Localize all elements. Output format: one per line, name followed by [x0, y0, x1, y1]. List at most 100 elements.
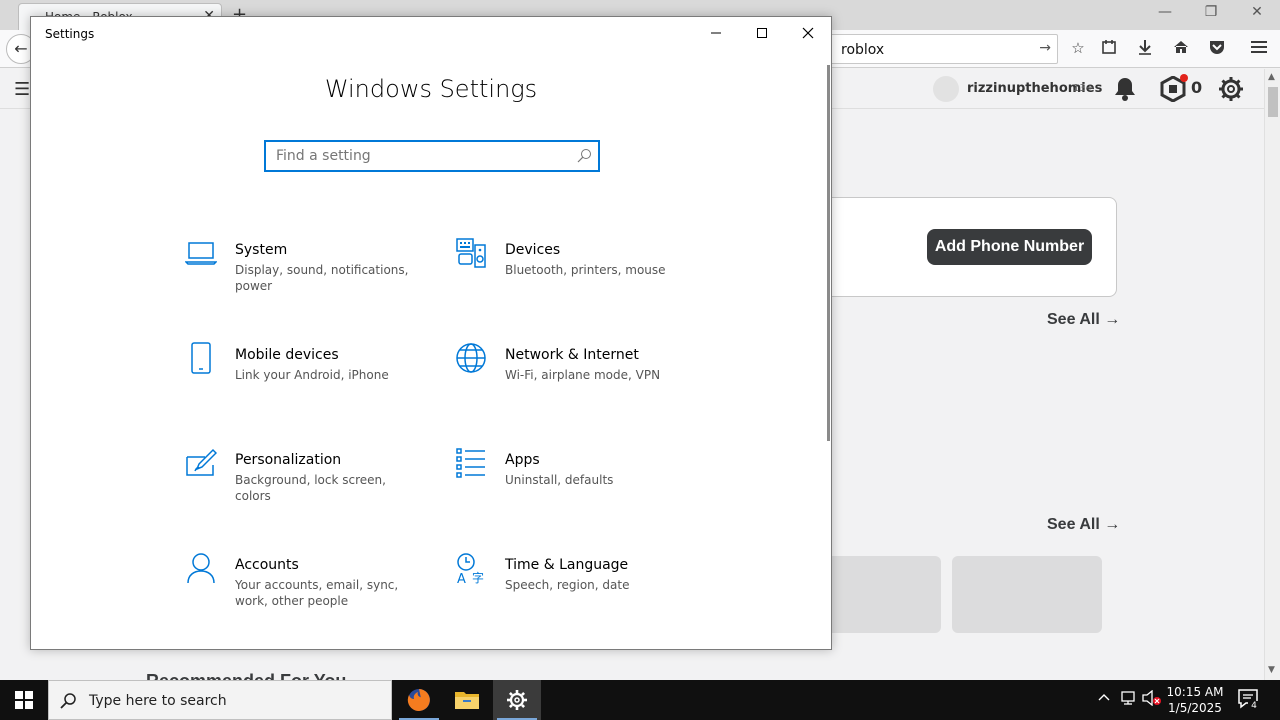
taskbar-settings[interactable]	[493, 680, 541, 720]
settings-item-accounts[interactable]: Accounts Your accounts, email, sync, wor…	[185, 552, 435, 622]
settings-item-desc: Display, sound, notifications, power	[235, 263, 409, 293]
settings-item-desc: Speech, region, date	[505, 578, 630, 592]
start-button[interactable]	[0, 680, 48, 720]
globe-icon	[456, 343, 486, 373]
scroll-down-icon[interactable]: ▼	[1268, 665, 1275, 675]
taskbar: Type here to search 10:15 AM 1/5/2025 4	[0, 680, 1280, 720]
arrow-right-icon: →	[1104, 311, 1121, 328]
apps-list-icon	[456, 448, 485, 478]
search-icon[interactable]	[576, 148, 592, 164]
settings-item-apps[interactable]: Apps Uninstall, defaults	[455, 447, 705, 517]
settings-item-system[interactable]: System Display, sound, notifications, po…	[185, 237, 435, 307]
time-language-icon: A字	[457, 553, 484, 584]
notification-count-badge: 4	[1248, 701, 1260, 711]
settings-item-name: Network & Internet	[505, 347, 639, 363]
settings-window-title: Settings	[45, 27, 95, 41]
system-clock[interactable]: 10:15 AM 1/5/2025	[1164, 684, 1226, 716]
scroll-thumb[interactable]	[1268, 87, 1278, 117]
recommended-title: Recommended For You	[146, 671, 346, 680]
back-arrow-icon: ←	[14, 39, 28, 58]
settings-item-desc: Bluetooth, printers, mouse	[505, 263, 666, 277]
arrow-right-icon: →	[1104, 516, 1121, 533]
page-title: Windows Settings	[324, 75, 538, 103]
settings-search-box[interactable]	[264, 140, 600, 172]
taskbar-firefox[interactable]	[395, 680, 443, 720]
browser-minimize-icon[interactable]: —	[1150, 4, 1180, 20]
pocket-icon[interactable]	[1207, 39, 1227, 59]
settings-item-desc: Link your Android, iPhone	[235, 368, 389, 382]
settings-item-name: Mobile devices	[235, 347, 339, 363]
age-badge: 13+	[1073, 83, 1095, 94]
settings-item-desc: Background, lock screen, colors	[235, 473, 386, 503]
settings-item-name: Accounts	[235, 557, 299, 573]
settings-gear-icon	[507, 690, 527, 710]
svg-text:A: A	[457, 572, 466, 584]
settings-item-name: Personalization	[235, 452, 342, 468]
url-bar[interactable]: roblox →	[820, 34, 1058, 64]
robux-count: 0	[1191, 78, 1203, 97]
robux-alert-dot	[1180, 74, 1188, 82]
taskbar-file-explorer[interactable]	[443, 680, 491, 720]
bookmark-star-icon[interactable]: ☆	[1068, 39, 1088, 59]
browser-restore-icon[interactable]: ❐	[1196, 4, 1226, 20]
home-icon[interactable]	[1171, 39, 1191, 59]
devices-icon	[456, 238, 486, 268]
maximize-icon	[757, 28, 767, 38]
close-button[interactable]	[785, 17, 831, 49]
file-explorer-icon	[455, 692, 479, 709]
settings-item-personalization[interactable]: Personalization Background, lock screen,…	[185, 447, 435, 517]
settings-item-mobile-devices[interactable]: Mobile devices Link your Android, iPhone	[185, 342, 435, 412]
scroll-up-icon[interactable]: ▲	[1268, 72, 1275, 82]
game-tile-placeholder[interactable]	[952, 556, 1102, 633]
laptop-icon	[185, 242, 217, 265]
download-icon[interactable]	[1135, 39, 1155, 59]
person-icon	[187, 553, 215, 584]
settings-gear-icon[interactable]	[1218, 76, 1244, 102]
page-scrollbar[interactable]: ▲ ▼	[1264, 69, 1280, 680]
minimize-button[interactable]	[693, 17, 739, 49]
tray-chevron-up-icon[interactable]	[1094, 690, 1114, 710]
see-all-label: See All	[1047, 516, 1100, 533]
settings-item-name: System	[235, 242, 288, 258]
notification-bell-icon[interactable]	[1113, 76, 1137, 102]
avatar[interactable]	[933, 76, 959, 102]
menu-icon[interactable]	[1249, 39, 1269, 59]
settings-item-desc: Uninstall, defaults	[505, 473, 614, 487]
settings-item-desc: Your accounts, email, sync, work, other …	[235, 578, 399, 608]
see-all-link[interactable]: See All →	[1047, 311, 1120, 329]
add-phone-number-button[interactable]: Add Phone Number	[927, 229, 1092, 265]
minimize-icon	[711, 32, 721, 34]
settings-item-name: Time & Language	[505, 557, 629, 573]
see-all-label: See All	[1047, 311, 1100, 328]
taskbar-search-placeholder: Type here to search	[89, 693, 227, 709]
volume-muted-icon[interactable]	[1142, 689, 1162, 710]
clock-date: 1/5/2025	[1168, 701, 1222, 715]
taskbar-search-box[interactable]: Type here to search	[48, 680, 392, 720]
settings-scrollbar[interactable]	[827, 65, 830, 441]
settings-item-name: Apps	[505, 452, 540, 468]
settings-item-devices[interactable]: Devices Bluetooth, printers, mouse	[455, 237, 705, 307]
reading-list-icon[interactable]	[1099, 39, 1119, 59]
browser-close-icon[interactable]: ✕	[1242, 4, 1272, 20]
see-all-link[interactable]: See All →	[1047, 516, 1120, 534]
phone-icon	[191, 342, 211, 374]
go-arrow-icon[interactable]: →	[1039, 40, 1051, 56]
windows-logo-icon	[15, 691, 33, 709]
close-icon	[802, 27, 814, 39]
network-icon[interactable]	[1118, 690, 1138, 710]
settings-item-name: Devices	[505, 242, 561, 258]
settings-item-time-language[interactable]: A字 Time & Language Speech, region, date	[455, 552, 705, 622]
svg-text:字: 字	[472, 570, 484, 584]
maximize-button[interactable]	[739, 17, 785, 49]
settings-window: Settings Windows Settings System Display…	[30, 16, 832, 650]
roblox-menu-icon[interactable]: ☰	[14, 79, 30, 100]
firefox-icon	[407, 689, 430, 711]
settings-search-input[interactable]	[266, 142, 566, 170]
paintbrush-icon	[186, 448, 217, 476]
search-icon	[60, 693, 76, 709]
game-tile-placeholder[interactable]	[820, 556, 941, 633]
settings-item-network-internet[interactable]: Network & Internet Wi-Fi, airplane mode,…	[455, 342, 705, 412]
clock-time: 10:15 AM	[1166, 685, 1224, 699]
url-text: roblox	[841, 42, 885, 58]
settings-item-desc: Wi-Fi, airplane mode, VPN	[505, 368, 661, 382]
